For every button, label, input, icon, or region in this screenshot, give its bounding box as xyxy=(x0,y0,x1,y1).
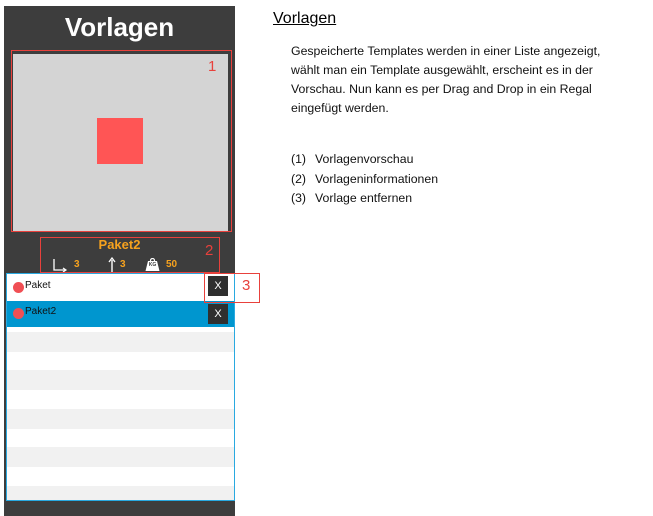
template-list[interactable]: Paket Paket2 xyxy=(6,273,235,501)
doc-paragraph: Gespeicherte Templates werden in einer L… xyxy=(291,42,641,118)
doc-list-item: (2) Vorlageninformationen xyxy=(291,170,438,190)
doc-paragraph-line: wählt man ein Template ausgewählt, ersch… xyxy=(291,63,593,77)
list-item-label: Paket2 xyxy=(25,306,57,317)
remove-template-button[interactable]: X xyxy=(208,304,228,324)
doc-paragraph-line: eingefügt werden. xyxy=(291,101,389,115)
annotation-box-remove xyxy=(204,273,260,303)
panel-title: Vorlagen xyxy=(64,12,175,42)
doc-list-text: Vorlage entfernen xyxy=(315,191,413,205)
list-stripe xyxy=(7,486,234,500)
doc-list-text: Vorlagenvorschau xyxy=(315,152,414,166)
list-item-paket2[interactable]: Paket2 xyxy=(7,301,234,327)
list-stripe xyxy=(7,447,234,467)
annotation-number: 2 xyxy=(205,242,214,259)
doc-title: Vorlagen xyxy=(273,10,337,27)
list-stripe xyxy=(7,332,234,352)
annotation-box-info xyxy=(40,237,220,273)
template-color-dot xyxy=(13,282,24,293)
doc-legend-list: (1) Vorlagenvorschau (2) Vorlageninformati… xyxy=(291,150,438,209)
list-stripe xyxy=(7,409,234,429)
doc-list-number: (1) xyxy=(291,152,307,166)
list-item-paket[interactable]: Paket xyxy=(7,275,234,301)
doc-list-item: (1) Vorlagenvorschau xyxy=(291,150,438,170)
doc-list-number: (3) xyxy=(291,191,307,205)
template-color-dot xyxy=(13,308,24,319)
list-item-label: Paket xyxy=(25,280,51,291)
doc-paragraph-line: Vorschau. Nun kann es per Drag and Drop … xyxy=(291,82,592,96)
list-stripe xyxy=(7,370,234,390)
doc-paragraph-line: Gespeicherte Templates werden in einer L… xyxy=(291,44,601,58)
doc-list-number: (2) xyxy=(291,171,307,186)
annotation-number: 3 xyxy=(242,277,251,294)
annotation-number: 1 xyxy=(208,58,217,75)
doc-list-item: (3) Vorlage entfernen xyxy=(291,189,438,209)
doc-list-text: Vorlageninformationen xyxy=(315,171,439,186)
annotation-box-preview xyxy=(11,50,232,232)
